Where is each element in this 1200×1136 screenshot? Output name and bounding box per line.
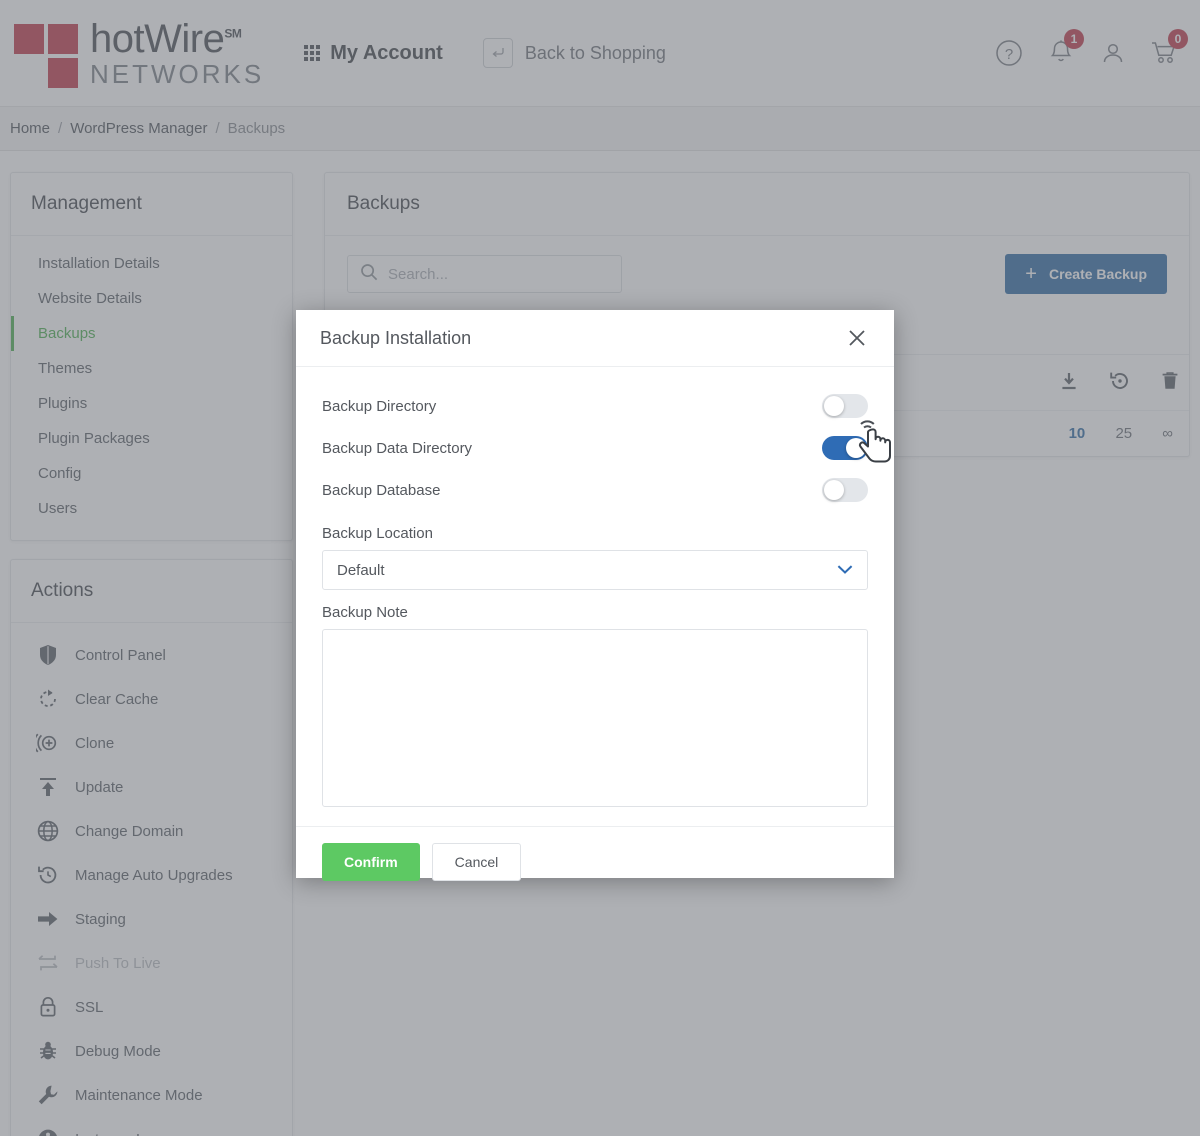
backup-directory-row: Backup Directory — [322, 385, 868, 427]
confirm-button[interactable]: Confirm — [322, 843, 420, 881]
backup-directory-label: Backup Directory — [322, 397, 437, 415]
backup-note-label: Backup Note — [322, 604, 408, 621]
backup-note-textarea[interactable] — [322, 629, 868, 807]
modal-body: Backup Directory Backup Data Directory B… — [296, 367, 894, 826]
backup-data-directory-toggle[interactable] — [822, 436, 868, 460]
close-icon[interactable] — [844, 325, 870, 351]
backup-database-toggle[interactable] — [822, 478, 868, 502]
backup-location-label: Backup Location — [322, 525, 433, 542]
backup-database-label: Backup Database — [322, 481, 441, 499]
backup-data-directory-label: Backup Data Directory — [322, 439, 473, 457]
backup-database-row: Backup Database — [322, 469, 868, 511]
backup-installation-modal: Backup Installation Backup Directory Bac… — [296, 310, 894, 881]
cancel-button[interactable]: Cancel — [431, 843, 522, 881]
modal-footer: Confirm Cancel — [296, 826, 894, 897]
backup-directory-toggle[interactable] — [822, 394, 868, 418]
app-root: hotWireSM NETWORKS My Account Back to Sh… — [0, 0, 1200, 1136]
chevron-down-icon — [837, 562, 853, 579]
backup-location-select[interactable]: Default — [322, 550, 868, 590]
backup-location-value: Default — [337, 561, 385, 579]
modal-title: Backup Installation — [320, 327, 472, 348]
backup-data-directory-row: Backup Data Directory — [322, 427, 868, 469]
modal-header: Backup Installation — [296, 310, 894, 367]
